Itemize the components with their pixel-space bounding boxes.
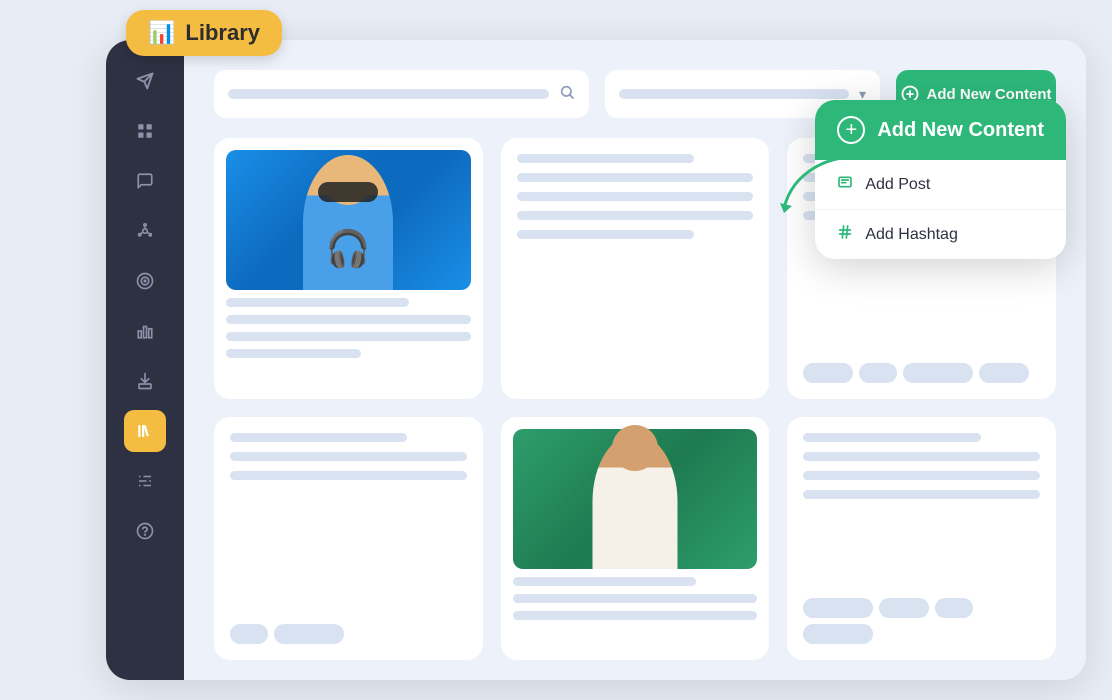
card-5-title (513, 577, 697, 586)
card-6-line1 (803, 452, 1040, 461)
tag-1 (803, 363, 853, 383)
tag-5 (230, 624, 268, 644)
arrow-connector (774, 148, 854, 233)
sidebar-item-network[interactable] (124, 210, 166, 252)
sidebar-item-library[interactable] (124, 410, 166, 452)
tag-3 (903, 363, 973, 383)
sidebar-item-send[interactable] (124, 60, 166, 102)
tag-6 (274, 624, 344, 644)
sidebar-item-target[interactable] (124, 260, 166, 302)
tag-2 (859, 363, 897, 383)
card-2-title (517, 154, 695, 163)
card-6-title (803, 433, 980, 442)
search-bar[interactable] (214, 70, 589, 118)
add-post-label: Add Post (865, 176, 930, 194)
card-5 (501, 417, 770, 661)
sidebar-item-support[interactable] (124, 510, 166, 552)
card-1-line2 (226, 332, 471, 341)
popup-add-icon: + (837, 116, 865, 144)
library-badge-icon: 📊 (148, 20, 175, 46)
main-card: ▾ Add New Content (106, 40, 1086, 680)
card-1-image (226, 150, 471, 290)
library-badge[interactable]: 📊 Library (126, 10, 282, 56)
card-5-line1 (513, 594, 758, 603)
content-area: ▾ Add New Content (184, 40, 1086, 680)
tag-8 (879, 598, 929, 618)
sidebar (106, 40, 184, 680)
sidebar-item-comments[interactable] (124, 160, 166, 202)
sidebar-item-dashboard[interactable] (124, 110, 166, 152)
card-1-line1 (226, 315, 471, 324)
card-2-line3 (517, 211, 754, 220)
tag-4 (979, 363, 1029, 383)
card-6 (787, 417, 1056, 661)
card-1-title (226, 298, 409, 307)
search-input-placeholder (228, 89, 549, 99)
card-4-title (230, 433, 407, 442)
card-4-line2 (230, 471, 467, 480)
filter-input-placeholder (619, 89, 849, 99)
tag-9 (935, 598, 973, 618)
tag-7 (803, 598, 873, 618)
card-4-tags (230, 624, 467, 644)
card-5-line2 (513, 611, 758, 620)
library-badge-label: Library (185, 20, 260, 46)
tag-10 (803, 624, 873, 644)
card-1 (214, 138, 483, 399)
card-4 (214, 417, 483, 661)
card-4-line1 (230, 452, 467, 461)
search-icon (559, 84, 575, 105)
card-3-tags (803, 363, 1040, 383)
card-2-line1 (517, 173, 754, 182)
popup-header-label: Add New Content (877, 119, 1044, 142)
card-2-line4 (517, 230, 695, 239)
card-6-line3 (803, 490, 1040, 499)
card-2-line2 (517, 192, 754, 201)
card-1-line3 (226, 349, 361, 358)
sidebar-item-inbox[interactable] (124, 360, 166, 402)
card-6-line2 (803, 471, 1040, 480)
sidebar-item-analytics[interactable] (124, 310, 166, 352)
card-2 (501, 138, 770, 399)
sidebar-item-settings[interactable] (124, 460, 166, 502)
add-hashtag-label: Add Hashtag (865, 226, 958, 244)
card-5-image (513, 429, 758, 569)
card-6-tags (803, 598, 1040, 644)
